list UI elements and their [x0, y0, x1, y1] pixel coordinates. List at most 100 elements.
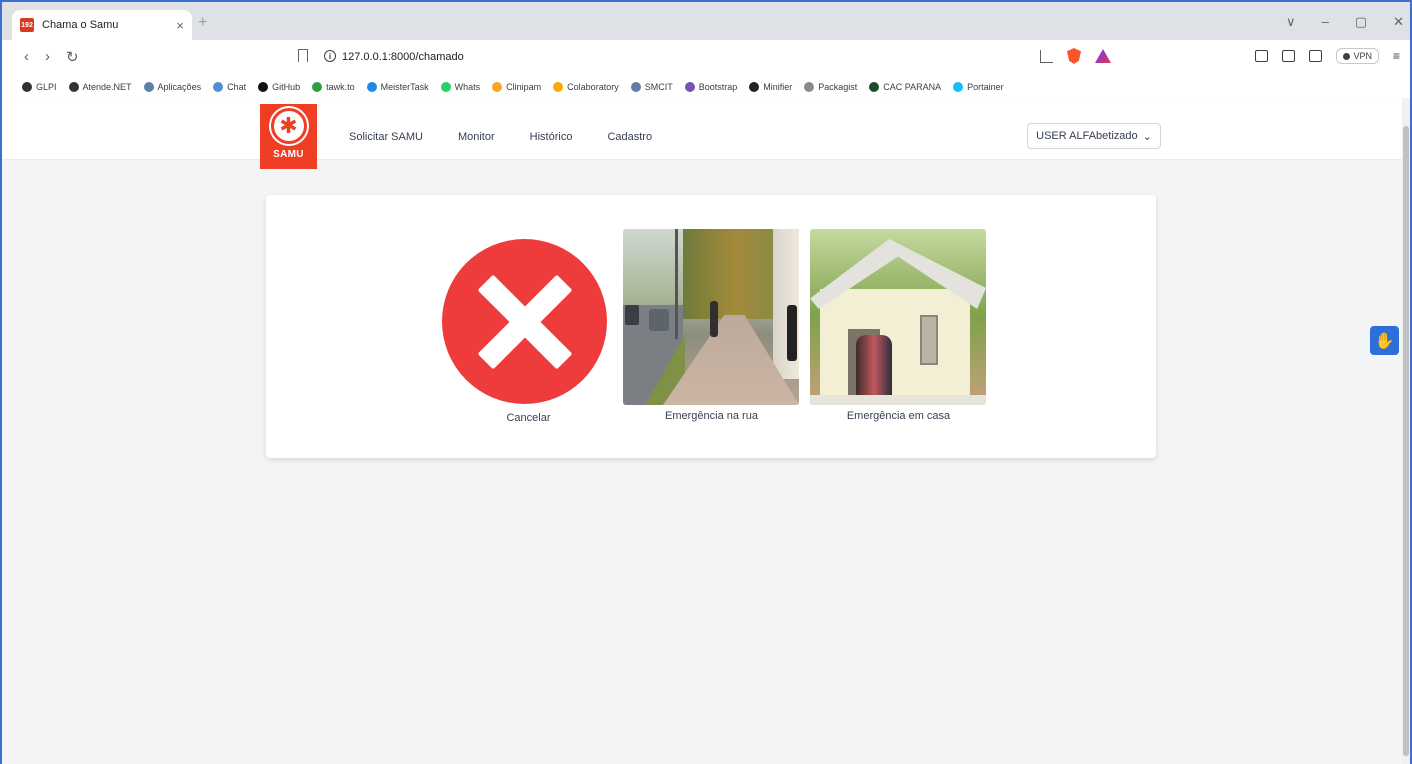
bookmark-item[interactable]: Chat	[213, 82, 246, 92]
browser-toolbar: ‹ › ↻ i 127.0.0.1:8000/chamado VPN ≡	[2, 40, 1410, 76]
street-emergency-image	[623, 229, 799, 405]
bookmark-label: SMCIT	[644, 82, 673, 92]
address-bar[interactable]: 127.0.0.1:8000/chamado	[342, 51, 464, 63]
bookmark-item[interactable]: Packagist	[804, 82, 857, 92]
street-emergency-label: Emergência na rua	[665, 410, 758, 422]
browser-window: 192 Chama o Samu × + ∨ – ▢ ✕ ‹ › ↻ i 127…	[0, 0, 1412, 764]
bookmark-label: Bootstrap	[698, 82, 738, 92]
bookmark-favicon-icon	[749, 82, 760, 92]
page-content: ✱ SAMU Solicitar SAMU Monitor Histórico …	[2, 98, 1408, 764]
user-menu-button[interactable]: USER ALFAbetizado ⌄	[1027, 123, 1161, 149]
tab-title: Chama o Samu	[42, 19, 119, 31]
bookmark-favicon-icon	[440, 82, 451, 92]
bookmark-item[interactable]: Aplicações	[143, 82, 202, 92]
bookmark-favicon-icon	[553, 82, 564, 92]
bookmark-favicon-icon	[804, 82, 815, 92]
site-info-icon[interactable]: i	[324, 50, 336, 62]
brave-shield-icon[interactable]	[1067, 48, 1081, 64]
bookmark-label: Clinipam	[506, 82, 542, 92]
brave-rewards-icon[interactable]	[1095, 49, 1111, 63]
sidebar-icon[interactable]	[1282, 50, 1296, 62]
bookmark-favicon-icon	[312, 82, 323, 92]
bookmarks-bar: GLPI Atende.NET Aplicações Chat GitHub tawk.t…	[2, 76, 1410, 98]
bookmark-label: Atende.NET	[82, 82, 132, 92]
close-tab-icon[interactable]: ×	[176, 18, 184, 33]
bookmark-label: Colaboratory	[567, 82, 619, 92]
bookmark-label: CAC PARANA	[883, 82, 942, 92]
user-name: USER ALFAbetizado	[1036, 130, 1138, 142]
bookmark-item[interactable]: GitHub	[258, 82, 300, 92]
tab-strip: 192 Chama o Samu × + ∨ – ▢ ✕	[2, 2, 1410, 40]
bookmark-favicon-icon	[143, 82, 154, 92]
bookmark-label: Minifier	[763, 82, 793, 92]
restore-icon[interactable]: ▢	[1355, 14, 1367, 30]
page-scrollbar[interactable]	[1402, 98, 1410, 764]
cancel-label: Cancelar	[506, 412, 551, 424]
bookmark-item[interactable]: Whats	[440, 82, 481, 92]
bookmark-favicon-icon	[366, 82, 377, 92]
bookmark-item[interactable]: Minifier	[749, 82, 792, 92]
close-window-icon[interactable]: ✕	[1393, 14, 1404, 30]
cancel-x-icon	[442, 239, 607, 404]
window-controls: ∨ – ▢ ✕	[1286, 14, 1404, 30]
star-of-life-icon: ✱	[270, 108, 307, 144]
bookmark-label: Chat	[227, 82, 247, 92]
menu-icon[interactable]: ≡	[1393, 49, 1400, 63]
bookmark-label: GLPI	[36, 82, 57, 92]
bookmark-favicon-icon	[684, 82, 695, 92]
bookmark-item[interactable]: Portainer	[953, 82, 1004, 92]
chevron-down-icon: ⌄	[1142, 130, 1152, 143]
logo-text: SAMU	[273, 149, 304, 160]
navigation-buttons: ‹ › ↻	[24, 48, 79, 66]
bookmark-item[interactable]: Bootstrap	[684, 82, 738, 92]
bookmark-label: MeisterTask	[380, 82, 429, 92]
main-nav: Solicitar SAMU Monitor Histórico Cadastr…	[349, 131, 652, 143]
street-emergency-option[interactable]: Emergência na rua	[623, 229, 800, 422]
vpn-label: VPN	[1353, 51, 1372, 61]
bookmark-favicon-icon	[258, 82, 269, 92]
home-emergency-image	[810, 229, 986, 405]
bookmark-label: Whats	[454, 82, 481, 92]
nav-link-monitor[interactable]: Monitor	[458, 131, 495, 143]
extensions-icon[interactable]	[1255, 50, 1269, 62]
bookmark-item[interactable]: MeisterTask	[366, 82, 429, 92]
reload-icon[interactable]: ↻	[66, 48, 79, 66]
back-icon[interactable]: ‹	[24, 48, 29, 66]
bookmark-item[interactable]: Colaboratory	[553, 82, 619, 92]
bookmark-label: Packagist	[818, 82, 858, 92]
samu-favicon-icon: 192	[20, 18, 34, 32]
bookmark-item[interactable]: Clinipam	[492, 82, 541, 92]
vpn-status-icon	[1343, 52, 1351, 60]
bookmark-icon[interactable]	[298, 49, 308, 62]
nav-link-solicitar-samu[interactable]: Solicitar SAMU	[349, 131, 423, 143]
tab-search-icon[interactable]: ∨	[1286, 14, 1296, 30]
samu-logo[interactable]: ✱ SAMU	[260, 104, 317, 169]
bookmark-favicon-icon	[953, 82, 964, 92]
bookmark-favicon-icon	[68, 82, 79, 92]
cancel-option[interactable]: Cancelar	[440, 229, 617, 424]
address-bar-actions	[1040, 48, 1111, 64]
app-navbar: ✱ SAMU Solicitar SAMU Monitor Histórico …	[2, 98, 1408, 169]
nav-link-historico[interactable]: Histórico	[530, 131, 573, 143]
emergency-options-card: Cancelar Emergência na rua Emergência em…	[266, 195, 1156, 458]
nav-link-cadastro[interactable]: Cadastro	[607, 131, 652, 143]
forward-icon[interactable]: ›	[45, 48, 50, 66]
bookmark-label: Aplicações	[157, 82, 202, 92]
bookmark-label: tawk.to	[326, 82, 355, 92]
bookmark-favicon-icon	[22, 82, 32, 92]
scrollbar-thumb[interactable]	[1403, 126, 1409, 756]
bookmark-item[interactable]: SMCIT	[630, 82, 673, 92]
browser-tab[interactable]: 192 Chama o Samu ×	[12, 10, 192, 40]
bookmark-item[interactable]: GLPI	[22, 82, 57, 92]
wallet-icon[interactable]	[1309, 50, 1323, 62]
home-emergency-option[interactable]: Emergência em casa	[810, 229, 987, 422]
minimize-icon[interactable]: –	[1322, 14, 1329, 30]
vpn-button[interactable]: VPN	[1336, 48, 1379, 64]
accessibility-hand-icon[interactable]: ✋	[1370, 326, 1399, 355]
bookmark-item[interactable]: CAC PARANA	[869, 82, 941, 92]
new-tab-icon[interactable]: +	[198, 14, 207, 32]
bookmark-item[interactable]: tawk.to	[312, 82, 355, 92]
bookmark-favicon-icon	[630, 82, 641, 92]
share-icon[interactable]	[1040, 49, 1053, 63]
bookmark-item[interactable]: Atende.NET	[68, 82, 132, 92]
